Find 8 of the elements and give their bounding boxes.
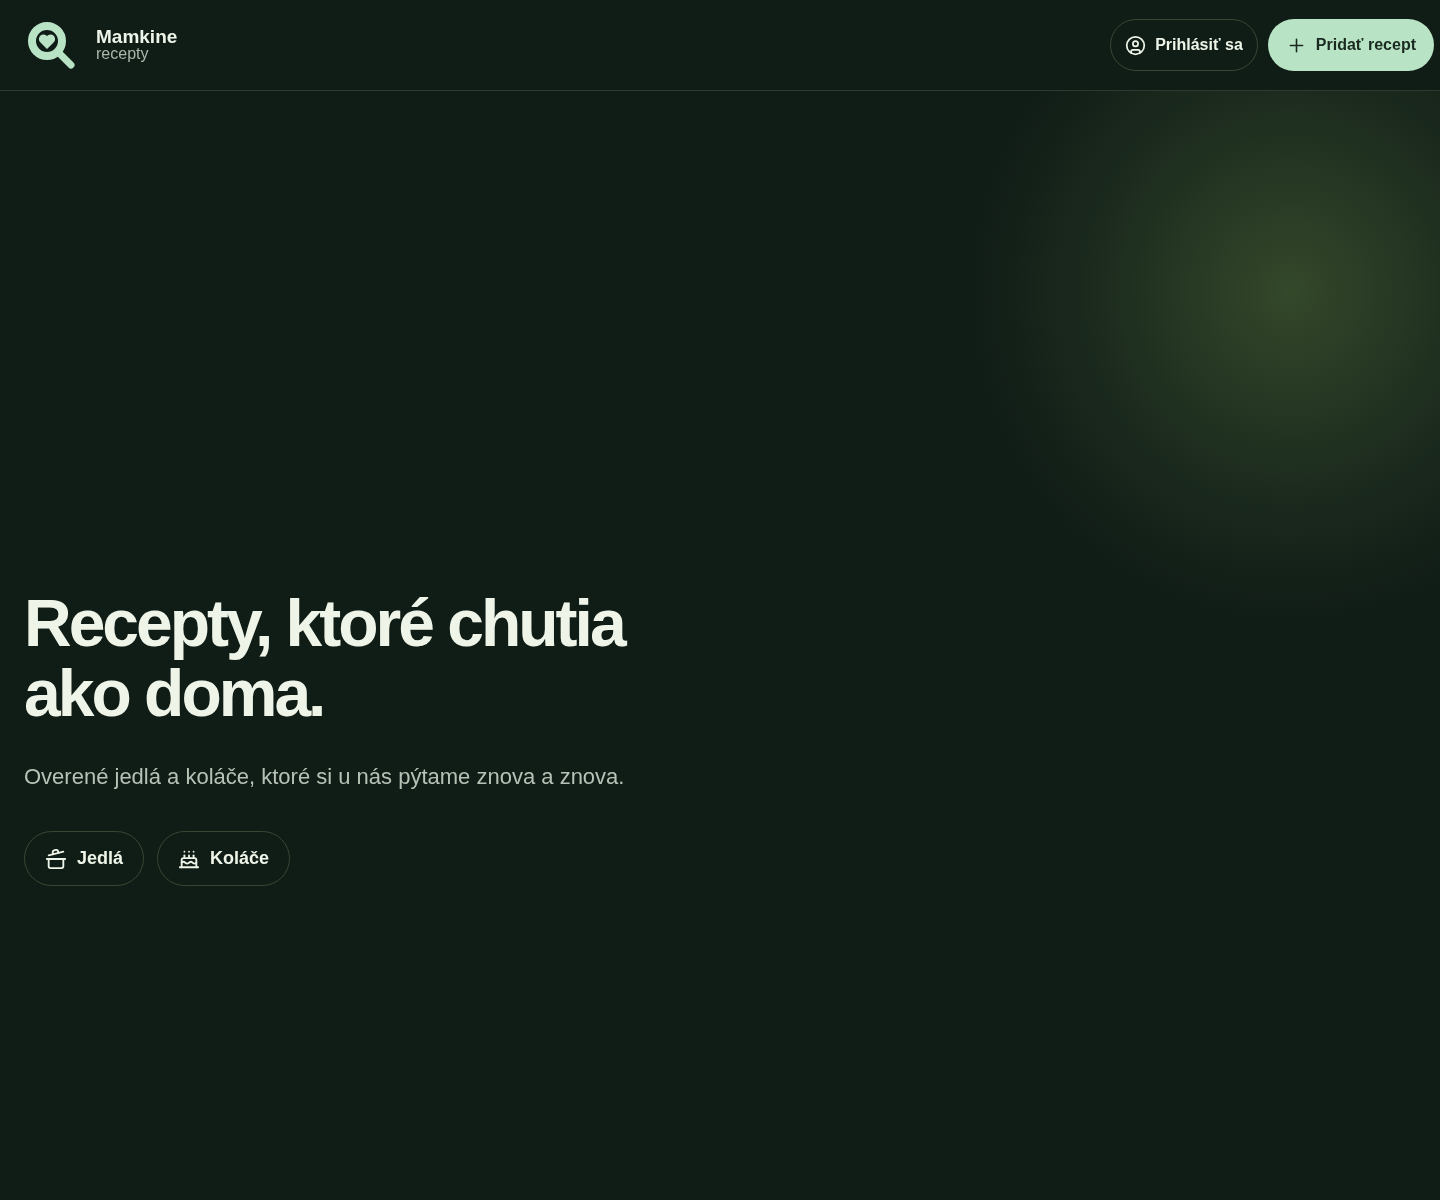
pot-icon [45,847,67,870]
hero-subtitle: Overené jedlá a koláče, ktoré si u nás pýtame znova a znova. [24,763,626,791]
logo-title: Mamkine [96,28,178,45]
logo-subtitle: recepty [96,45,150,62]
logo-icon [26,21,78,69]
hero-title: Recepty, ktoré chutia ako doma. [24,588,626,728]
user-icon [1125,34,1147,56]
add-recipe-button[interactable]: Pridať recept [1267,19,1434,71]
